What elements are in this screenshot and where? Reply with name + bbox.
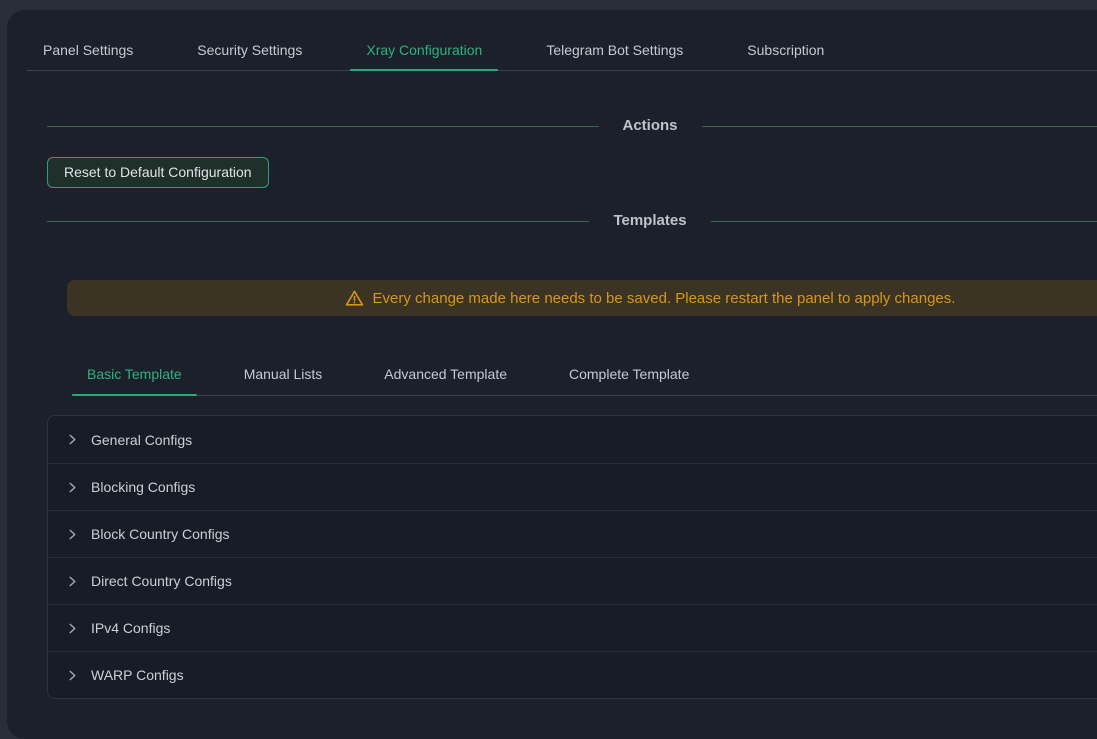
chevron-right-icon	[67, 482, 78, 493]
warning-triangle-icon	[345, 289, 364, 308]
tab-label: Subscription	[747, 42, 824, 58]
tab-complete-template[interactable]: Complete Template	[554, 352, 704, 395]
chevron-right-icon	[67, 576, 78, 587]
chevron-right-icon	[67, 529, 78, 540]
actions-section-title: Actions	[623, 115, 678, 137]
tab-label: Telegram Bot Settings	[546, 42, 683, 58]
tab-telegram-bot-settings[interactable]: Telegram Bot Settings	[530, 26, 699, 70]
tab-label: Xray Configuration	[366, 42, 482, 58]
collapse-header-label: Block Country Configs	[91, 526, 230, 542]
template-tab-bar: Basic Template Manual Lists Advanced Tem…	[72, 352, 1097, 396]
subtab-label: Basic Template	[87, 366, 182, 382]
collapse-header-blocking-configs[interactable]: Blocking Configs	[48, 463, 1097, 510]
tab-label: Security Settings	[197, 42, 302, 58]
divider-line	[702, 126, 1097, 127]
collapse-header-label: IPv4 Configs	[91, 620, 170, 636]
collapse-header-label: Direct Country Configs	[91, 573, 232, 589]
settings-card: Panel Settings Security Settings Xray Co…	[7, 10, 1097, 739]
restart-warning-text: Every change made here needs to be saved…	[373, 290, 956, 307]
collapse-header-label: WARP Configs	[91, 667, 184, 683]
divider-line	[711, 221, 1097, 222]
divider-line	[47, 126, 599, 127]
collapse-header-label: Blocking Configs	[91, 479, 195, 495]
settings-tab-bar: Panel Settings Security Settings Xray Co…	[27, 10, 1097, 71]
tab-label: Panel Settings	[43, 42, 133, 58]
tab-security-settings[interactable]: Security Settings	[181, 26, 318, 70]
subtab-label: Complete Template	[569, 366, 689, 382]
chevron-right-icon	[67, 670, 78, 681]
chevron-right-icon	[67, 434, 78, 445]
restart-warning-alert: Every change made here needs to be saved…	[67, 280, 1097, 316]
reset-to-default-button[interactable]: Reset to Default Configuration	[47, 157, 269, 188]
tab-panel-settings[interactable]: Panel Settings	[27, 26, 149, 70]
config-collapse-list: General Configs Blocking Configs Block C…	[47, 415, 1097, 699]
tab-advanced-template[interactable]: Advanced Template	[369, 352, 522, 395]
collapse-header-label: General Configs	[91, 432, 192, 448]
tab-subscription[interactable]: Subscription	[731, 26, 840, 70]
collapse-header-direct-country-configs[interactable]: Direct Country Configs	[48, 557, 1097, 604]
actions-section-divider: Actions	[47, 115, 1097, 137]
tab-basic-template[interactable]: Basic Template	[72, 352, 197, 395]
templates-section-title: Templates	[613, 210, 686, 232]
collapse-header-block-country-configs[interactable]: Block Country Configs	[48, 510, 1097, 557]
chevron-right-icon	[67, 623, 78, 634]
collapse-header-warp-configs[interactable]: WARP Configs	[48, 651, 1097, 698]
divider-line	[47, 221, 589, 222]
collapse-header-ipv4-configs[interactable]: IPv4 Configs	[48, 604, 1097, 651]
subtab-label: Advanced Template	[384, 366, 507, 382]
collapse-header-general-configs[interactable]: General Configs	[48, 416, 1097, 463]
templates-section-divider: Templates	[47, 210, 1097, 232]
subtab-label: Manual Lists	[244, 366, 323, 382]
tab-xray-configuration[interactable]: Xray Configuration	[350, 26, 498, 70]
tab-manual-lists[interactable]: Manual Lists	[229, 352, 338, 395]
